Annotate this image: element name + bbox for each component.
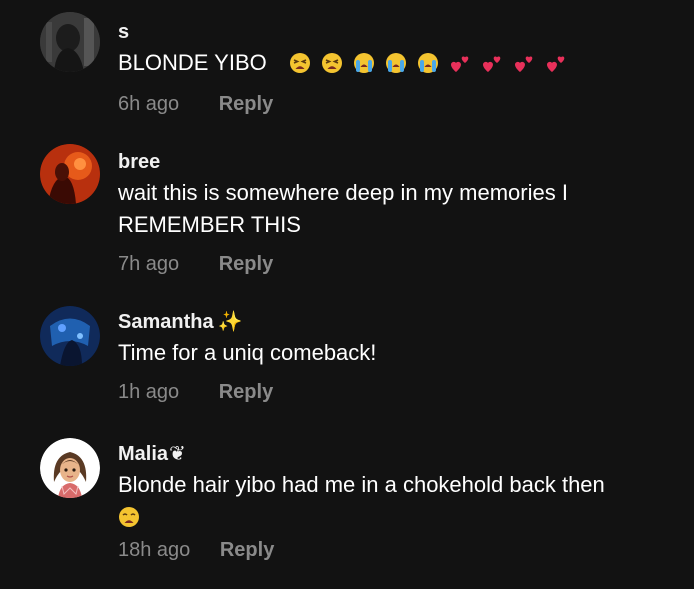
comment-meta: 18h ago Reply [118,537,678,563]
comment-meta: 1h ago Reply [118,379,678,405]
comment-text: Time for a uniq comeback! [118,340,377,365]
reply-button[interactable]: Reply [220,537,274,563]
avatar[interactable] [40,12,100,72]
comment-time: 1h ago [118,381,180,403]
username[interactable]: bree [118,150,678,174]
two-hearts-icon [449,52,471,74]
two-hearts-icon [513,52,535,74]
username[interactable]: s [118,20,678,44]
comment-time: 7h ago [118,253,180,275]
comment-meta: 6h ago Reply [118,91,678,117]
loudly-crying-face-icon [353,52,375,74]
comment-time: 6h ago [118,93,180,115]
two-hearts-icon [481,52,503,74]
loudly-crying-face-icon [385,52,407,74]
tired-face-icon [289,52,311,74]
tired-face-icon [321,52,343,74]
comment-time: 18h ago [118,539,191,561]
two-hearts-icon [545,52,567,74]
sparkles-icon: ✨ [217,311,243,333]
reply-button[interactable]: Reply [219,251,273,277]
username[interactable]: Malia❦ [118,442,678,466]
weary-face-icon [118,506,140,528]
comment-text: wait this is somewhere deep in my memori… [118,180,568,237]
reply-button[interactable]: Reply [219,91,273,117]
comment-meta: 7h ago Reply [118,251,678,277]
avatar[interactable] [40,144,100,204]
comment-text: BLONDE YIBO [118,47,678,79]
comment-text: Blonde hair yibo had me in a chokehold b… [118,469,678,533]
reply-button[interactable]: Reply [219,379,273,405]
loudly-crying-face-icon [417,52,439,74]
avatar[interactable] [40,306,100,366]
heart-decoration-icon: ❦ [169,443,186,465]
avatar[interactable] [40,438,100,498]
username[interactable]: Samantha ✨ [118,310,678,334]
